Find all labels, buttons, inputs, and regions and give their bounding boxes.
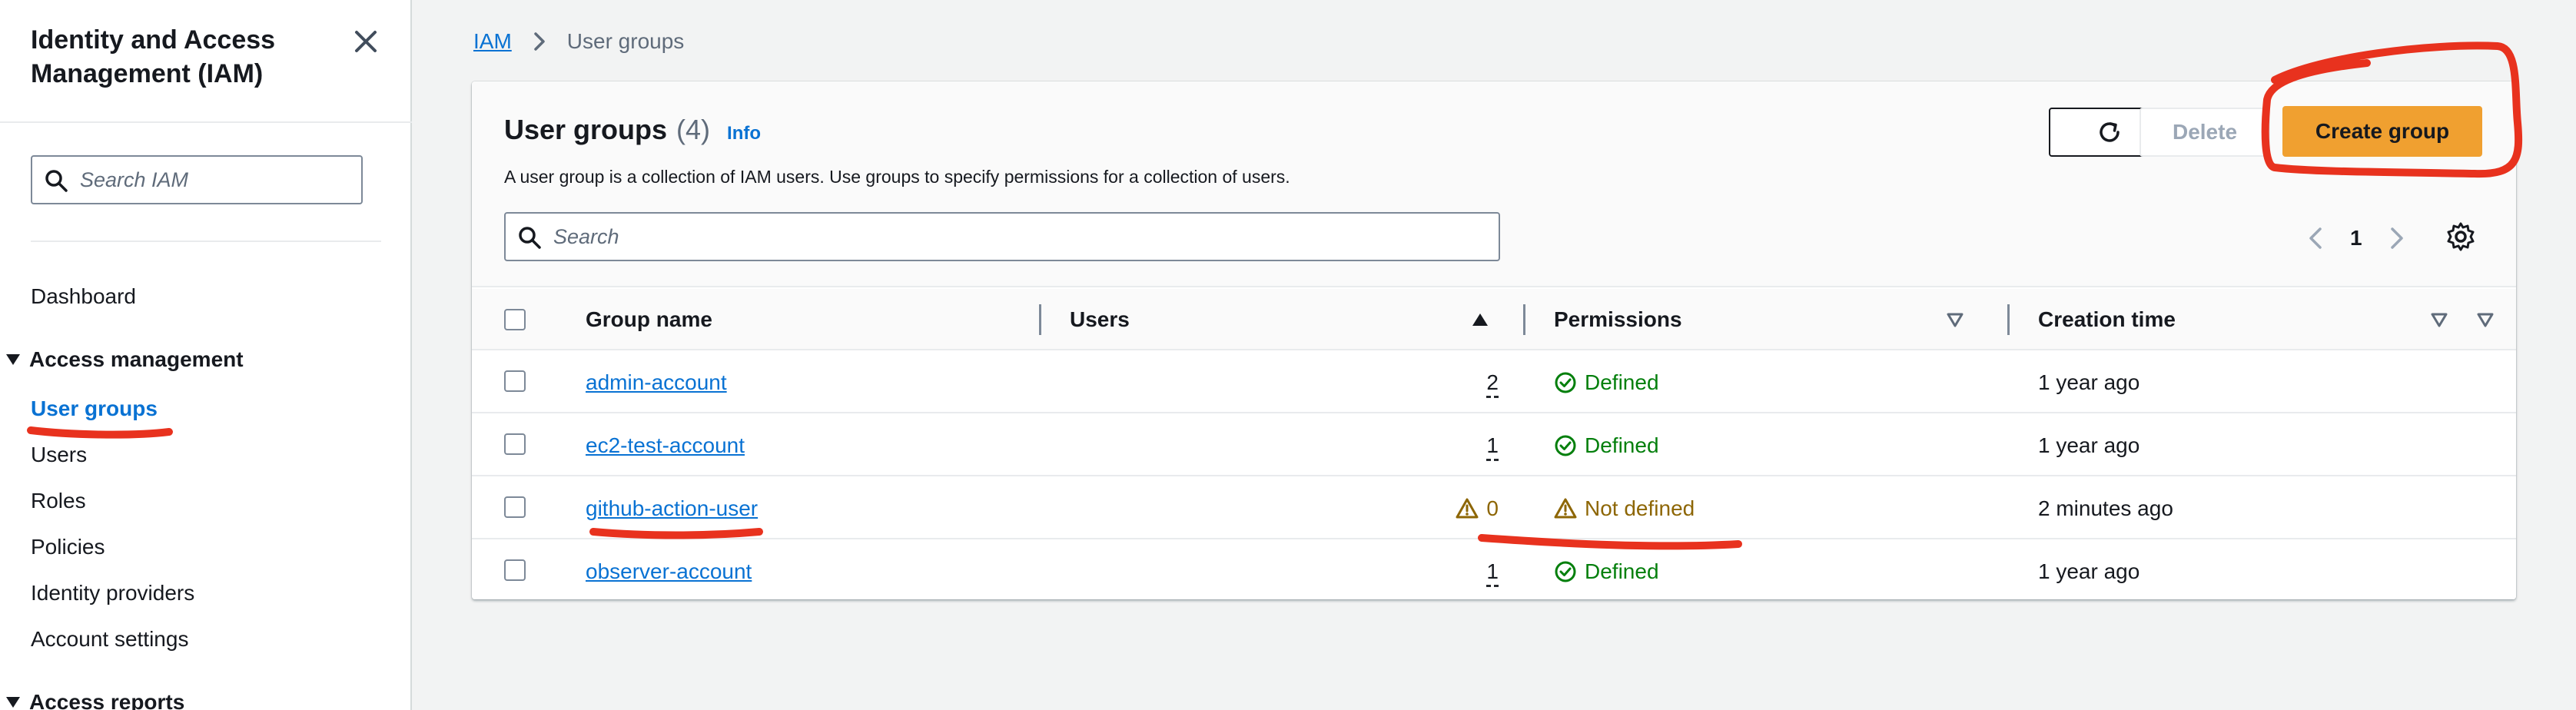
check-circle-icon: [1555, 435, 1576, 456]
permission-label: Defined: [1585, 559, 1659, 583]
permission-status: Defined: [1554, 370, 1659, 395]
table-row[interactable]: observer-account 1 Defined 1 year ago: [472, 541, 2516, 599]
row-checkbox[interactable]: [504, 433, 526, 455]
divider: [31, 241, 381, 242]
sidebar-item-roles[interactable]: Roles: [31, 487, 86, 515]
check-circle-icon: [1555, 372, 1576, 393]
table-row[interactable]: ec2-test-account 1 Defined 1 year ago: [472, 415, 2516, 476]
users-count: 0: [1486, 496, 1499, 520]
table-row[interactable]: admin-account 2 Defined 1 year ago: [472, 352, 2516, 413]
users-count[interactable]: 1: [1486, 559, 1499, 584]
chevron-right-icon: [534, 32, 545, 51]
group-name-link[interactable]: observer-account: [586, 559, 752, 584]
permission-label: Defined: [1585, 433, 1659, 457]
sidebar-section-label: Access management: [29, 347, 244, 371]
pagination: 1: [2301, 220, 2412, 257]
creation-time: 2 minutes ago: [2038, 496, 2173, 520]
sidebar-section-access-reports[interactable]: Access reports: [6, 688, 184, 710]
sort-icon[interactable]: [2430, 310, 2448, 329]
column-separator[interactable]: [1039, 304, 1041, 335]
sidebar-section-access-management[interactable]: Access management: [6, 346, 244, 373]
sort-icon[interactable]: [1946, 310, 1964, 329]
page-number[interactable]: 1: [2350, 226, 2362, 250]
sidebar: Identity and Access Management (IAM) Das…: [0, 0, 412, 710]
warning-icon: [1456, 498, 1479, 519]
delete-button[interactable]: Delete: [2139, 108, 2270, 157]
chevron-left-icon[interactable]: [2301, 223, 2332, 254]
column-header-creation-time[interactable]: Creation time: [2038, 289, 2176, 350]
users-count[interactable]: 2: [1486, 370, 1499, 395]
panel-title-text: User groups: [504, 114, 668, 145]
close-icon[interactable]: [350, 26, 381, 57]
sidebar-search: [31, 155, 363, 204]
creation-time: 1 year ago: [2038, 370, 2140, 394]
panel-header: User groups (4) Info A user group is a c…: [472, 81, 2516, 287]
info-link[interactable]: Info: [727, 116, 761, 151]
user-groups-panel: User groups (4) Info A user group is a c…: [472, 81, 2516, 599]
users-warning: 0: [1456, 496, 1499, 521]
sidebar-item-identity-providers[interactable]: Identity providers: [31, 579, 194, 607]
column-separator[interactable]: [1523, 304, 1525, 335]
search-field: [504, 212, 1500, 261]
gear-icon[interactable]: [2444, 220, 2478, 254]
permission-status: Not defined: [1554, 496, 1695, 521]
sort-icon[interactable]: [2476, 310, 2495, 329]
sidebar-item-user-groups[interactable]: User groups: [31, 395, 158, 423]
row-checkbox[interactable]: [504, 496, 526, 518]
column-separator[interactable]: [2007, 304, 2010, 335]
divider: [0, 121, 412, 123]
breadcrumb-iam-link[interactable]: IAM: [473, 26, 512, 57]
group-name-link[interactable]: ec2-test-account: [586, 433, 745, 458]
table-header: Group name Users Permissions Creation ti…: [472, 289, 2516, 350]
search-icon: [45, 170, 68, 192]
row-checkbox[interactable]: [504, 559, 526, 581]
row-checkbox[interactable]: [504, 370, 526, 392]
group-name-link[interactable]: github-action-user: [586, 496, 758, 521]
column-header-group-name[interactable]: Group name: [586, 289, 712, 350]
sidebar-item-dashboard[interactable]: Dashboard: [31, 283, 136, 310]
creation-time: 1 year ago: [2038, 559, 2140, 583]
sort-ascending-icon[interactable]: [1471, 310, 1489, 329]
sidebar-section-label: Access reports: [29, 690, 185, 710]
permission-label: Not defined: [1585, 496, 1695, 520]
caret-down-icon: [6, 696, 20, 708]
sidebar-search-input[interactable]: [80, 164, 357, 195]
permission-status: Defined: [1554, 433, 1659, 458]
creation-time: 1 year ago: [2038, 433, 2140, 457]
warning-icon: [1554, 498, 1577, 519]
refresh-icon: [2100, 122, 2120, 142]
create-group-button[interactable]: Create group: [2282, 106, 2482, 157]
permission-status: Defined: [1554, 559, 1659, 584]
chevron-right-icon[interactable]: [2381, 223, 2412, 254]
permission-label: Defined: [1585, 370, 1659, 394]
sidebar-item-users[interactable]: Users: [31, 441, 87, 469]
users-count[interactable]: 1: [1486, 433, 1499, 458]
search-icon: [519, 227, 541, 249]
table-row[interactable]: github-action-user 0 Not defined 2 minut…: [472, 478, 2516, 539]
caret-down-icon: [6, 353, 20, 365]
group-count: (4): [676, 114, 711, 145]
panel-description: A user group is a collection of IAM user…: [504, 167, 1290, 187]
sidebar-title: Identity and Access Management (IAM): [31, 25, 276, 88]
breadcrumb: IAM User groups: [473, 26, 684, 57]
sidebar-item-policies[interactable]: Policies: [31, 533, 105, 561]
breadcrumb-current: User groups: [566, 29, 685, 53]
column-header-users[interactable]: Users: [1070, 289, 1130, 350]
search-input[interactable]: [553, 221, 1476, 252]
sidebar-item-account-settings[interactable]: Account settings: [31, 625, 188, 653]
select-all-checkbox[interactable]: [504, 309, 526, 330]
page-title: User groups (4) Info: [504, 112, 761, 151]
column-header-permissions[interactable]: Permissions: [1554, 289, 1682, 350]
check-circle-icon: [1555, 561, 1576, 582]
group-name-link[interactable]: admin-account: [586, 370, 727, 395]
